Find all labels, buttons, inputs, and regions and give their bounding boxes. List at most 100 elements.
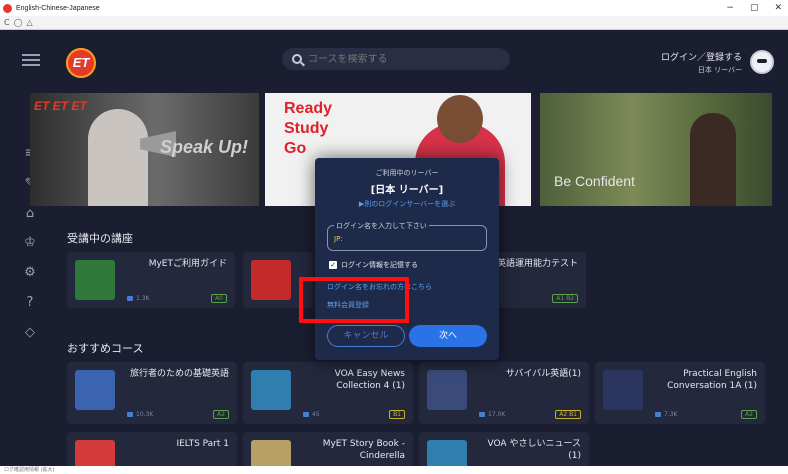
banner-text: Ready Study Go [284,99,332,159]
count-text: 1.3K [136,295,150,302]
window-titlebar: English-Chinese-Japanese − ▢ ✕ [0,0,788,16]
banner-line: Study [284,120,329,137]
learner-count: 45 [303,411,320,418]
nav-bar: C ◯ △ [0,16,788,30]
server-label: 日本 リーバー [697,66,742,74]
hamburger-menu-icon[interactable] [22,54,40,66]
login-name-input[interactable] [334,235,474,243]
current-server: [日本 リーバー] [370,185,444,196]
course-title: VOA Easy News Collection 4 (1) [334,369,405,391]
home-icon[interactable]: ◯ [14,18,23,27]
login-name-label: ログイン名を入力して下さい [334,221,429,231]
course-card[interactable]: Practical English Conversation 1A (1) 7.… [595,362,765,424]
level-badge: A2 [213,410,229,419]
course-title: Practical English Conversation 1A (1) [667,369,757,391]
course-thumbnail [75,260,115,300]
count-text: 7.3K [664,411,678,418]
change-server-link[interactable]: ▶別のログインサーバーを選ぶ [315,199,499,209]
search-icon [292,54,302,64]
close-button[interactable]: ✕ [774,3,782,13]
login-dialog: ご利用中のリーバー [日本 リーバー] ▶別のログインサーバーを選ぶ ログイン名… [315,158,499,360]
search-box[interactable] [282,48,510,70]
settings-icon[interactable]: △ [27,18,33,27]
count-text: 17.0K [488,411,506,418]
course-title: サバイバル英語(1) [505,369,581,379]
tag-icon[interactable]: ◇ [22,325,38,341]
recommended-section-title: おすすめコース [67,342,144,355]
level-badge: A2 B1 [555,410,581,419]
enrolled-section-title: 受講中の講座 [67,232,133,245]
help-icon[interactable]: ? [22,295,38,311]
server-caption: ご利用中のリーバー [375,169,439,177]
level-badge: A1 B2 [552,294,578,303]
banner-speak-up[interactable]: ET ET ET Speak Up! [30,93,259,206]
banner-be-confident[interactable]: Be Confident [540,93,772,206]
count-text: 45 [312,411,320,418]
course-card[interactable]: MyETご利用ガイド 1.3K A0 [67,252,235,308]
course-thumbnail [603,370,643,410]
next-button[interactable]: 次へ [409,325,487,347]
course-title: 英語運用能力テスト [496,259,578,269]
banner-text: Be Confident [554,173,635,189]
course-title: MyETご利用ガイド [148,259,227,269]
highlight-box [299,277,409,323]
course-thumbnail [251,370,291,410]
learner-count: 1.3K [127,295,149,302]
search-input[interactable] [308,53,498,65]
login-link[interactable]: ログイン／登録する 日本 リーバー [661,50,742,75]
banner-person [88,109,148,206]
course-card[interactable]: 旅行者のための基礎英語 10.3K A2 [67,362,237,424]
learner-count: 17.0K [479,411,505,418]
maximize-button[interactable]: ▢ [750,3,759,13]
course-title: IELTS Part 1 [176,439,229,449]
level-badge: B1 [389,410,405,419]
remember-login-label: ログイン情報を記憶する [341,261,418,269]
course-thumbnail [251,440,291,466]
login-name-field[interactable]: ログイン名を入力して下さい [327,221,487,251]
course-title: 旅行者のための基礎英語 [129,369,229,379]
course-thumbnail [427,440,467,466]
user-icon [303,412,309,417]
remember-login-checkbox[interactable]: ✓ ログイン情報を記憶する [329,260,418,270]
course-thumbnail [75,440,115,466]
gear-icon[interactable]: ⚙ [22,265,38,281]
count-text: 10.3K [136,411,154,418]
app-main: ET ログイン／登録する 日本 リーバー ≋ ✎ ⌂ ♔ ⚙ ? ◇ ET ET… [0,30,788,466]
crown-icon[interactable]: ♔ [22,235,38,251]
minimize-button[interactable]: − [726,3,734,13]
learner-count: 7.3K [655,411,677,418]
course-thumbnail [75,370,115,410]
banner-brand: ET ET ET [34,99,87,113]
refresh-icon[interactable]: C [4,18,10,27]
course-card[interactable]: IELTS Part 1 [67,432,237,466]
avatar[interactable] [750,50,774,74]
course-thumbnail [427,370,467,410]
banner-line: Go [284,140,307,157]
banner-person-head [437,95,483,143]
course-title: VOA やさしいニュース (1) [487,439,582,461]
learner-count: 10.3K [127,411,153,418]
banner-person [690,113,736,206]
user-icon [127,412,133,417]
window-title: English-Chinese-Japanese [16,4,100,12]
report-icon[interactable]: ⌂ [22,206,38,222]
course-card[interactable]: MyET Story Book - Cinderella [243,432,413,466]
login-label[interactable]: ログイン／登録する [661,50,742,63]
course-thumbnail [251,260,291,300]
user-icon [127,296,133,301]
course-card[interactable]: VOA やさしいニュース (1) [419,432,589,466]
myet-logo[interactable]: ET [66,48,96,78]
user-icon [655,412,661,417]
checkbox-checked-icon[interactable]: ✓ [329,261,337,269]
level-badge: A0 [211,294,227,303]
app-icon [3,3,12,13]
course-title: MyET Story Book - Cinderella [322,439,405,461]
course-card[interactable]: サバイバル英語(1) 17.0K A2 B1 [419,362,589,424]
level-badge: A2 [741,410,757,419]
banner-line: Ready [284,100,333,117]
banner-text: Speak Up! [160,137,249,157]
course-card[interactable]: VOA Easy News Collection 4 (1) 45 B1 [243,362,413,424]
user-icon [479,412,485,417]
cancel-button[interactable]: キャンセル [327,325,405,347]
status-bar: ログ確認用情報 (拡大) [0,466,788,474]
